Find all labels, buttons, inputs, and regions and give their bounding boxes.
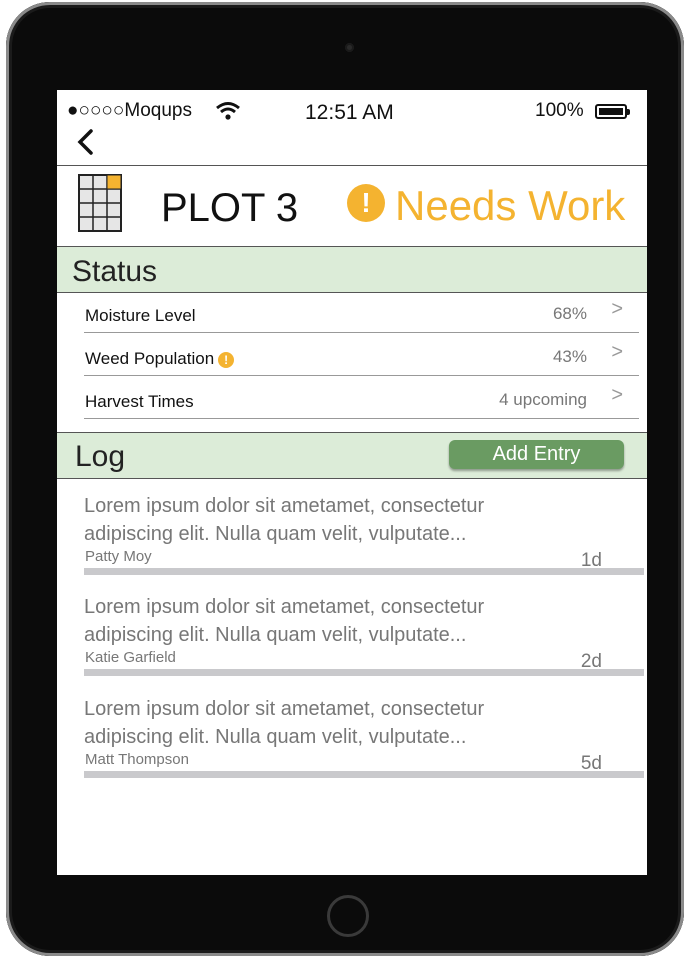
log-entry[interactable]: Lorem ipsum dolor sit ametamet, consecte…	[84, 492, 644, 587]
warning-icon: !	[218, 351, 235, 368]
log-entry-text: Lorem ipsum dolor sit ametamet, consecte…	[84, 596, 485, 646]
log-entry-divider	[84, 568, 644, 575]
status-bar: ●○○○○Moqups 12:51 AM 100%	[57, 90, 647, 130]
status-row-label: Harvest Times	[85, 392, 194, 411]
chevron-right-icon: >	[611, 298, 623, 320]
home-button[interactable]	[327, 895, 369, 937]
back-button[interactable]	[75, 128, 95, 164]
battery-icon	[595, 104, 630, 119]
chevron-right-icon: >	[611, 341, 623, 363]
status-row-label: Moisture Level	[85, 306, 196, 325]
status-section-header: Status	[57, 246, 647, 293]
plot-grid-icon	[78, 174, 122, 232]
add-entry-button[interactable]: Add Entry	[449, 440, 624, 469]
status-row-harvest[interactable]: Harvest Times 4 upcoming >	[84, 376, 639, 419]
plot-title: PLOT 3	[161, 186, 299, 230]
status-time: 12:51 AM	[305, 101, 394, 124]
log-entry-text: Lorem ipsum dolor sit ametamet, consecte…	[84, 495, 485, 545]
status-row-value: 43%	[552, 347, 587, 366]
log-entry-divider	[84, 669, 644, 676]
log-entry-author: Katie Garfield	[85, 649, 176, 666]
app-screen: ●○○○○Moqups 12:51 AM 100% PLOT 3 ! Needs…	[57, 90, 647, 875]
front-camera	[345, 43, 354, 52]
log-entry-author: Patty Moy	[85, 548, 152, 565]
plot-status-label: Needs Work	[395, 182, 626, 229]
wifi-icon	[215, 101, 241, 127]
log-entry-author: Matt Thompson	[85, 751, 189, 768]
tablet-frame: ●○○○○Moqups 12:51 AM 100% PLOT 3 ! Needs…	[6, 2, 684, 956]
carrier-signal: ●○○○○Moqups	[67, 100, 192, 121]
status-row-moisture[interactable]: Moisture Level 68% >	[84, 290, 639, 333]
chevron-right-icon: >	[611, 384, 623, 406]
battery-percent: 100%	[535, 100, 584, 121]
log-entry-divider	[84, 771, 644, 778]
log-entry[interactable]: Lorem ipsum dolor sit ametamet, consecte…	[84, 593, 644, 688]
log-entry-text: Lorem ipsum dolor sit ametamet, consecte…	[84, 698, 485, 748]
status-row-value: 68%	[552, 304, 587, 323]
log-entry[interactable]: Lorem ipsum dolor sit ametamet, consecte…	[84, 695, 644, 790]
status-row-value: 4 upcoming	[499, 390, 587, 409]
status-row-label: Weed Population!	[85, 349, 235, 369]
plot-header: PLOT 3 ! Needs Work	[57, 166, 647, 246]
status-section-title: Status	[72, 255, 158, 288]
chevron-left-icon	[77, 129, 93, 155]
status-row-label-text: Weed Population	[85, 349, 215, 368]
status-row-weed[interactable]: Weed Population! 43% >	[84, 333, 639, 376]
warning-icon: !	[347, 184, 385, 222]
log-section-title: Log	[75, 440, 126, 473]
